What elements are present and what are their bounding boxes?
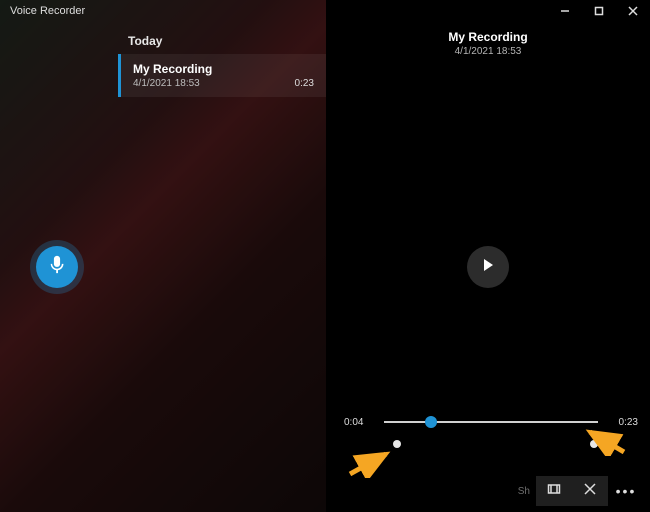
seek-track[interactable] [384,412,598,432]
close-button[interactable] [616,0,650,22]
seek-thumb[interactable] [425,416,437,428]
timeline: 0:04 0:23 [344,412,638,432]
playback-duration: 0:23 [608,417,638,428]
recording-datetime: 4/1/2021 18:53 [133,78,314,89]
titlebar: Voice Recorder [0,0,650,22]
play-button[interactable] [467,246,509,288]
voice-recorder-window: Voice Recorder Today My Recording 4/1/20… [0,0,650,512]
group-header: Today [118,30,326,54]
playback-pane: My Recording 4/1/2021 18:53 [326,0,650,512]
more-button[interactable]: ••• [608,476,644,506]
more-icon: ••• [616,484,637,498]
app-title: Voice Recorder [0,5,85,17]
trim-button[interactable] [536,476,572,506]
track-line [384,421,598,423]
marker[interactable] [590,440,598,448]
delete-button[interactable] [572,476,608,506]
trim-icon [547,482,561,501]
recording-name: My Recording [133,62,314,76]
recording-item[interactable]: My Recording 4/1/2021 18:53 0:23 [118,54,326,97]
recordings-pane: Today My Recording 4/1/2021 18:53 0:23 [0,0,326,512]
recording-duration: 0:23 [295,78,314,89]
close-icon [583,482,597,501]
detail-datetime: 4/1/2021 18:53 [455,46,522,57]
markers-row [384,440,598,454]
bottom-toolbar: Sh ••• [518,476,644,506]
share-label: Sh [518,486,530,497]
minimize-button[interactable] [548,0,582,22]
record-button[interactable] [36,246,78,288]
marker[interactable] [393,440,401,448]
maximize-button[interactable] [582,0,616,22]
play-icon [481,258,495,277]
recordings-list: Today My Recording 4/1/2021 18:53 0:23 [118,30,326,97]
microphone-icon [49,255,65,280]
window-controls [548,0,650,22]
detail-title: My Recording [448,30,527,44]
playback-position: 0:04 [344,417,374,428]
